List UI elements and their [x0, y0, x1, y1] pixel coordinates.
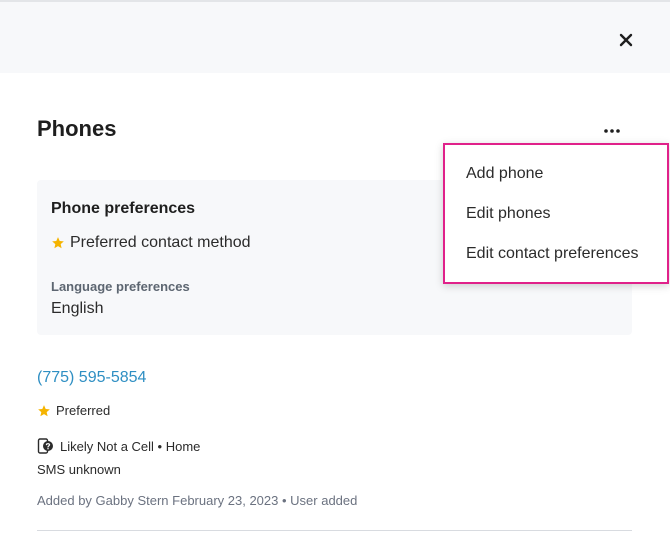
more-options-menu: Add phone Edit phones Edit contact prefe…: [443, 143, 669, 284]
language-label: Language preferences: [51, 279, 190, 294]
sms-status: SMS unknown: [37, 462, 121, 477]
line-type: Likely Not a Cell • Home: [37, 438, 200, 454]
phone-number-link[interactable]: (775) 595-5854: [37, 369, 146, 387]
preferred-label: Preferred: [56, 403, 111, 418]
added-info: Added by Gabby Stern February 23, 2023 •…: [37, 493, 358, 508]
close-button[interactable]: [614, 28, 638, 52]
preferred-contact-method: Preferred contact method: [51, 234, 251, 252]
preferences-title: Phone preferences: [51, 200, 196, 217]
panel-header: [0, 0, 670, 73]
divider: [37, 530, 632, 531]
star-icon: [52, 237, 64, 249]
language-value: English: [51, 300, 104, 317]
line-type-label: Likely Not a Cell • Home: [60, 438, 201, 454]
menu-item-add-phone[interactable]: Add phone: [466, 165, 543, 183]
more-horizontal-icon: [604, 129, 620, 133]
menu-item-edit-phones[interactable]: Edit phones: [466, 205, 551, 223]
menu-item-edit-contact-preferences[interactable]: Edit contact preferences: [466, 245, 639, 263]
star-icon: [38, 404, 50, 416]
close-icon: [619, 33, 633, 47]
preferred-method-label: Preferred contact method: [70, 234, 251, 251]
page-title: Phones: [37, 116, 117, 141]
more-options-button[interactable]: [600, 122, 624, 138]
phone-question-icon: [37, 438, 53, 454]
preferred-badge: Preferred: [37, 403, 110, 418]
